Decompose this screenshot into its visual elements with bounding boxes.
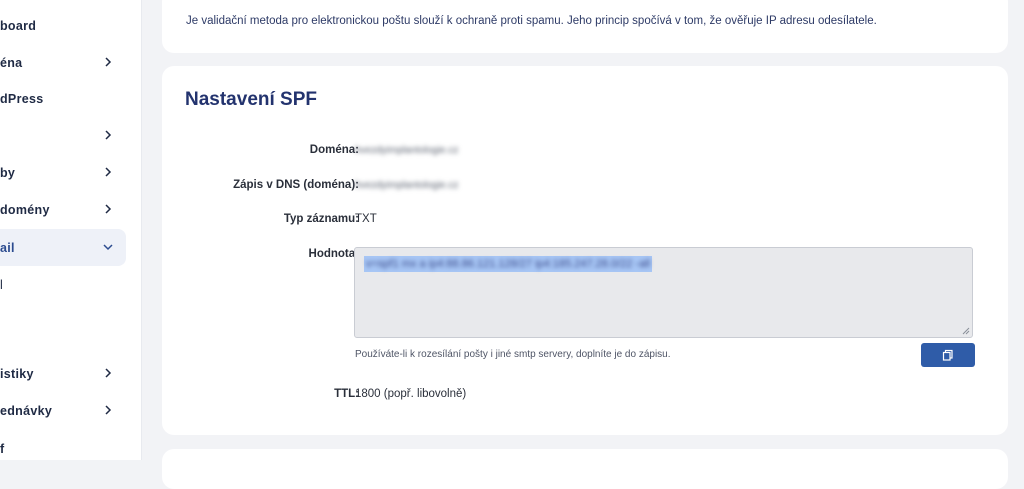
copy-button[interactable] xyxy=(921,343,975,367)
domain-label: Doména: xyxy=(309,144,359,156)
record-type-value: TXT xyxy=(355,213,377,225)
sidebar-item-objednavky[interactable]: ednávky xyxy=(0,392,126,429)
sidebar: board éna dPress by domény ail l istiky … xyxy=(0,0,142,460)
sidebar-item-label: ednávky xyxy=(0,403,53,418)
sidebar-item-domeny[interactable]: domény xyxy=(0,191,126,228)
record-type-label: Typ záznamu: xyxy=(283,213,359,225)
chevron-right-icon xyxy=(105,204,112,214)
sidebar-item-label: éna xyxy=(0,55,23,70)
chevron-right-icon xyxy=(105,368,112,378)
selected-text: v=spf1 mx a ip4:88.86.121.128/27 ip4:185… xyxy=(364,256,653,272)
info-card: Je validační metoda pro elektronickou po… xyxy=(162,0,1008,53)
chevron-right-icon xyxy=(105,57,112,67)
sidebar-item-label: by xyxy=(0,165,16,180)
chevron-right-icon xyxy=(105,167,112,177)
sidebar-item-sluzby[interactable]: by xyxy=(0,154,126,191)
chevron-right-icon xyxy=(105,405,112,415)
info-text: Je validační metoda pro elektronickou po… xyxy=(186,15,877,27)
dns-value: hvezdyimplantologie.cz xyxy=(355,180,459,191)
chevron-down-icon xyxy=(103,244,113,251)
ttl-value: 1800 (popř. libovolně) xyxy=(355,388,467,400)
spf-value-text: v=spf1 mx a ip4:88.86.121.128/27 ip4:185… xyxy=(366,258,651,270)
sidebar-item-last[interactable]: f xyxy=(0,430,126,467)
card-title: Nastavení SPF xyxy=(185,89,317,110)
sidebar-item-domena[interactable]: éna xyxy=(0,44,126,81)
sidebar-item-wordpress[interactable]: dPress xyxy=(0,80,126,117)
spf-settings-card: Nastavení SPF Doména: hvezdyimplantologi… xyxy=(162,66,1008,435)
resize-handle-icon[interactable] xyxy=(962,327,970,335)
value-label: Hodnota: xyxy=(308,248,359,260)
hint-text: Používáte-li k rozesílání pošty i jiné s… xyxy=(355,349,671,360)
sidebar-item-label: domény xyxy=(0,202,50,217)
sidebar-item-label: istiky xyxy=(0,366,34,381)
sidebar-item-dashboard[interactable]: board xyxy=(0,7,126,44)
dns-label: Zápis v DNS (doména): xyxy=(233,179,359,191)
sidebar-item-label: l xyxy=(0,277,4,292)
chevron-right-icon xyxy=(105,130,112,140)
copy-icon xyxy=(942,349,953,361)
spf-value-textarea[interactable]: v=spf1 mx a ip4:88.86.121.128/27 ip4:185… xyxy=(354,247,973,338)
next-card xyxy=(162,449,1008,489)
sidebar-item-label: f xyxy=(0,441,5,456)
sidebar-item-4[interactable] xyxy=(0,117,126,154)
sidebar-item-label: board xyxy=(0,18,37,33)
sidebar-subitem-email[interactable]: l xyxy=(0,266,126,303)
domain-value: hvezdyimplantologie.cz xyxy=(355,145,459,156)
sidebar-item-statistiky[interactable]: istiky xyxy=(0,355,126,392)
sidebar-item-email[interactable]: ail xyxy=(0,229,126,266)
sidebar-item-label: dPress xyxy=(0,91,44,106)
sidebar-item-label: ail xyxy=(0,240,15,255)
